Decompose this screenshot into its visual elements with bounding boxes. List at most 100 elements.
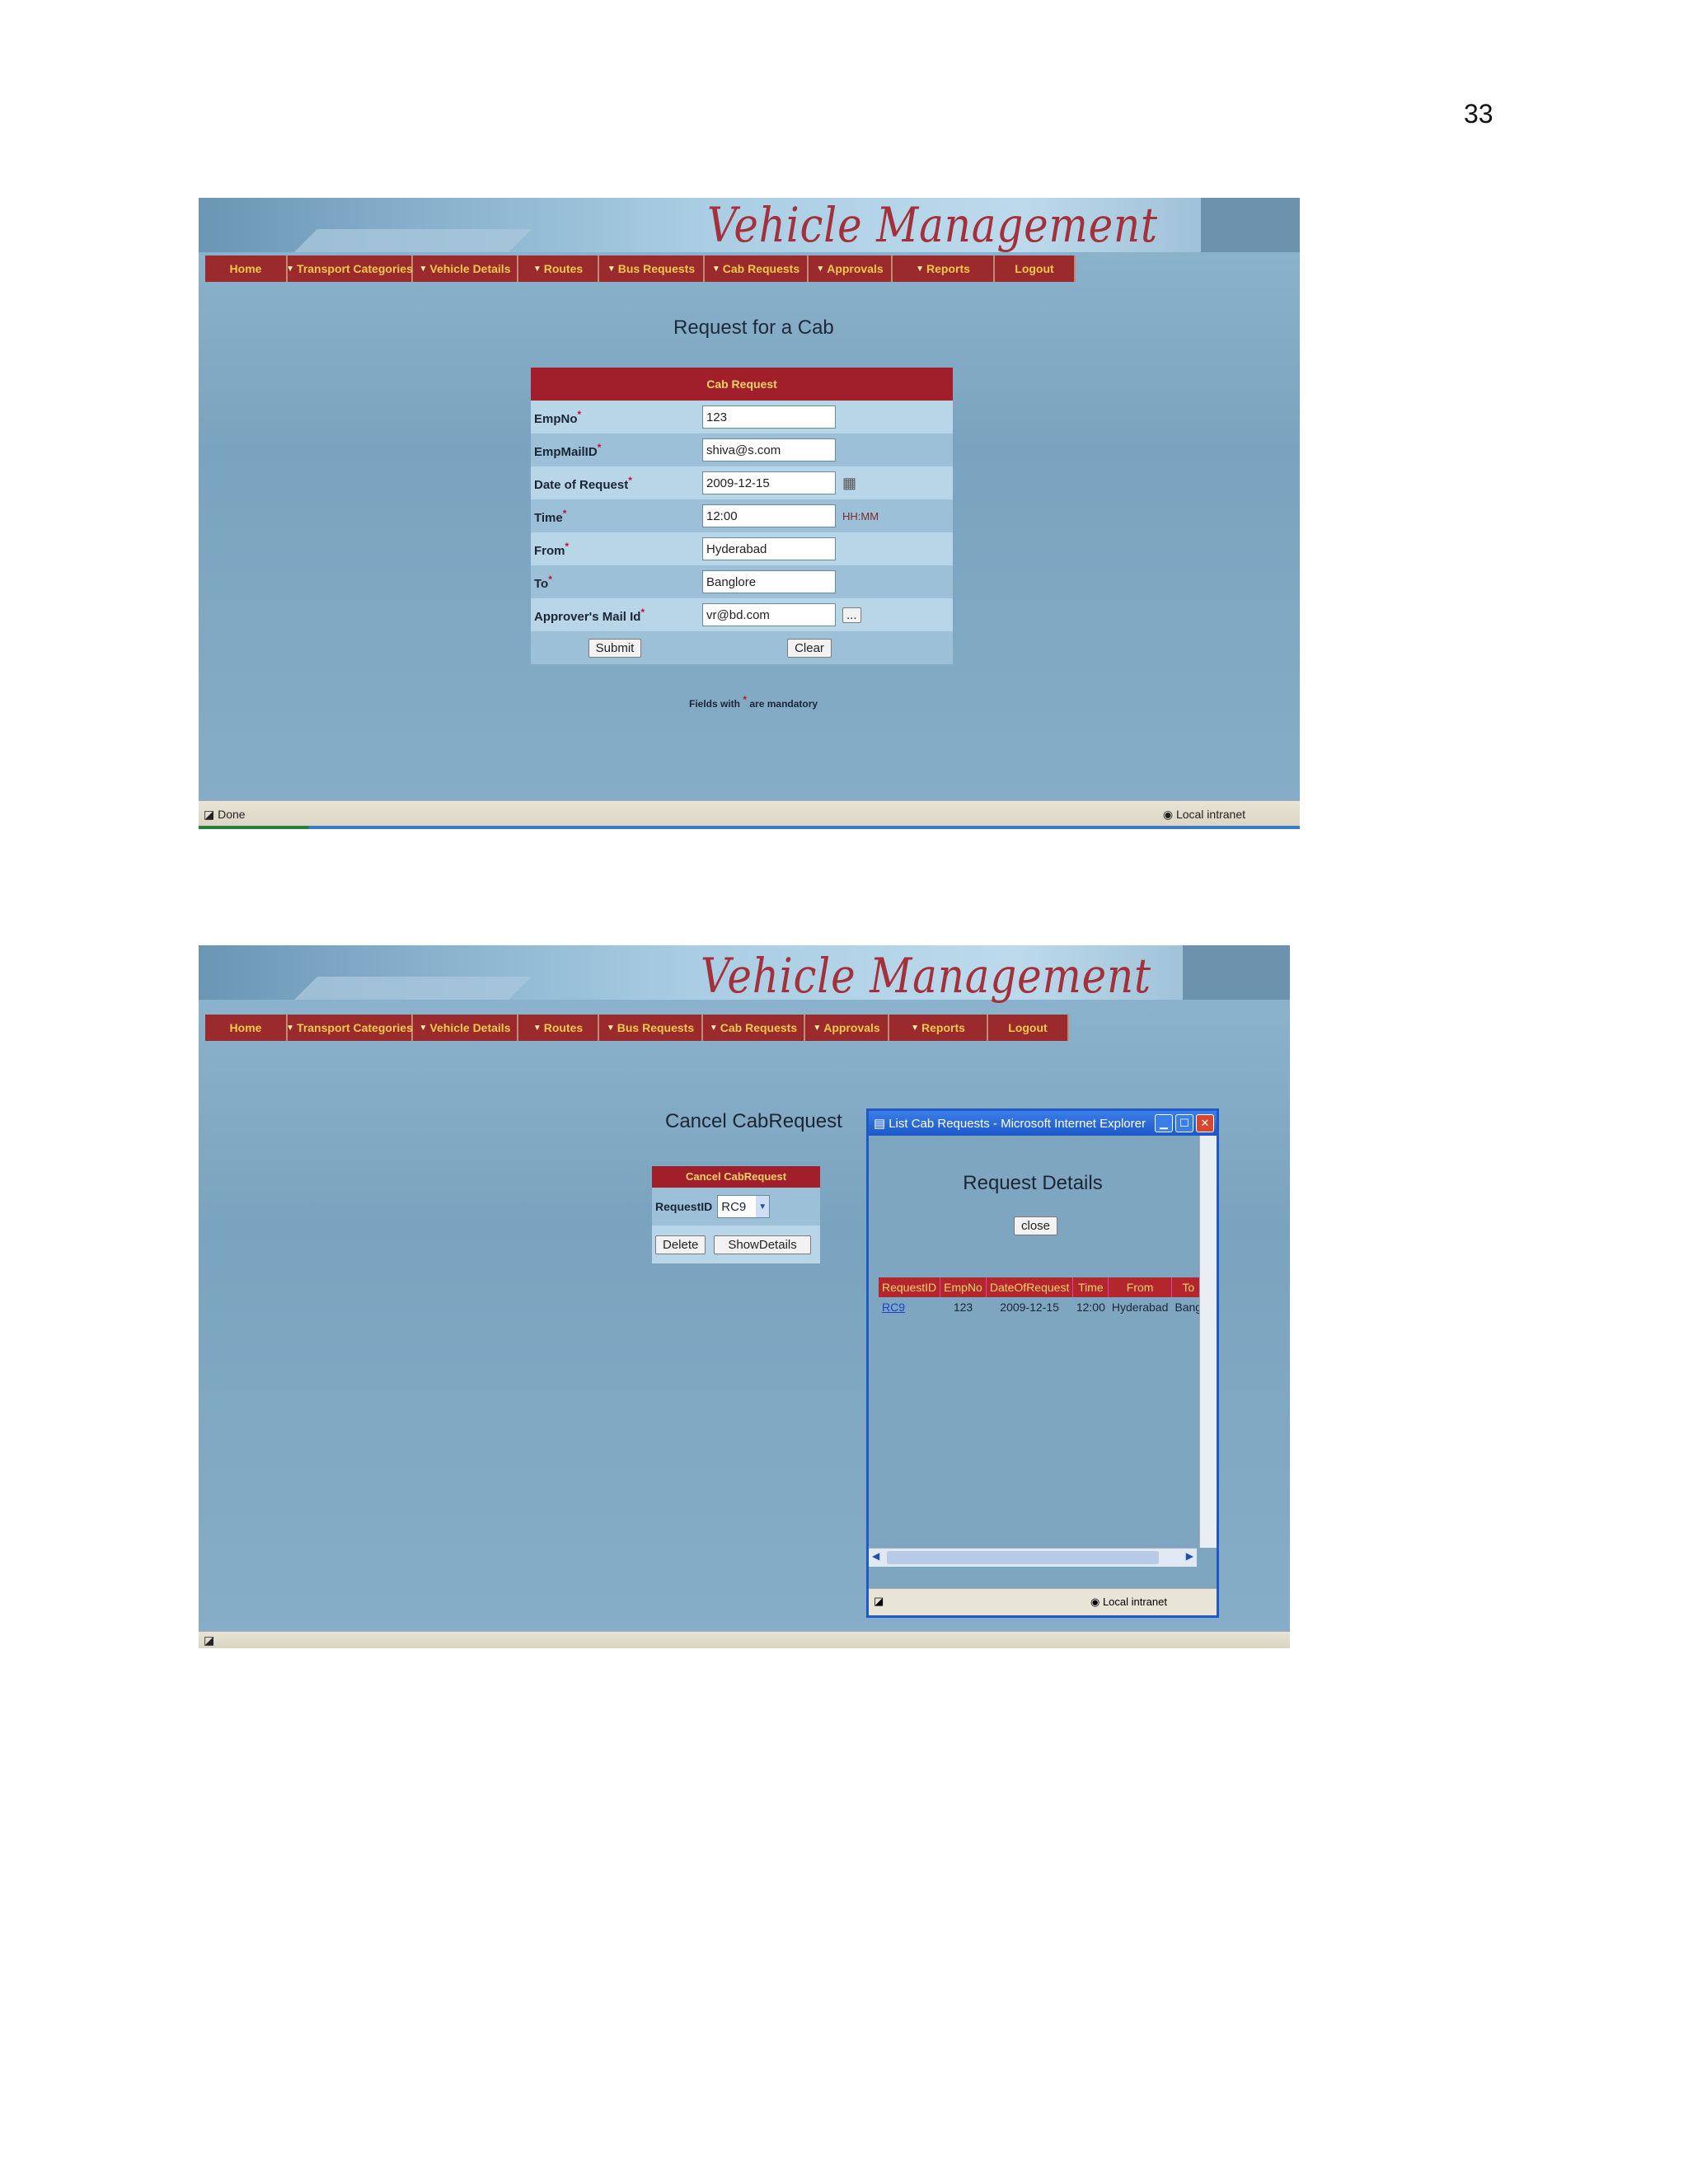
approver-input[interactable]: vr@bd.com — [702, 603, 836, 626]
cell-empno: 123 — [953, 1301, 973, 1314]
chevron-down-icon: ▼ — [606, 1023, 615, 1033]
email-input[interactable]: shiva@s.com — [702, 438, 836, 462]
page-title: Cancel CabRequest — [665, 1110, 842, 1132]
email-label: EmpMailID — [534, 444, 598, 459]
page-number: 33 — [1464, 99, 1493, 129]
browse-approver-button[interactable]: ... — [842, 607, 861, 623]
empno-input[interactable]: 123 — [702, 405, 836, 429]
form-header: Cancel CabRequest — [652, 1166, 820, 1188]
menu-reports[interactable]: ▼ Reports — [893, 255, 995, 282]
main-menu: Home ▼ Transport Categories ▼ Vehicle Deta… — [205, 1015, 1069, 1041]
cell-from: Hyderabad — [1111, 1301, 1169, 1314]
screenshot-request-cab: Vehicle Management Home ▼ Transport Categ… — [199, 198, 1300, 829]
table-row: RC9 123 2009-12-15 12:00 Hyderabad Bang — [879, 1297, 1205, 1317]
ie-page-icon: ▤ — [874, 1117, 886, 1131]
menu-logout[interactable]: Logout — [995, 255, 1076, 282]
time-label: Time — [534, 510, 563, 525]
chevron-down-icon: ▼ — [532, 264, 542, 274]
scroll-right-icon[interactable]: ▶ — [1186, 1550, 1193, 1562]
popup-body: Request Details close RequestID EmpNo Da… — [869, 1136, 1206, 1548]
popup-status-bar: ◪ ◉ Local intranet — [869, 1588, 1217, 1615]
to-label: To — [534, 576, 549, 591]
app-title: Vehicle Management — [701, 948, 1151, 1004]
delete-button[interactable]: Delete — [655, 1235, 706, 1254]
menu-vehicle-details[interactable]: ▼ Vehicle Details — [413, 1015, 518, 1041]
menu-bus-requests[interactable]: ▼ Bus Requests — [599, 255, 705, 282]
ie-page-icon: ◪ — [204, 1633, 215, 1647]
status-done: ◪ Done — [204, 808, 246, 821]
date-input[interactable]: 2009-12-15 — [702, 471, 836, 494]
popup-titlebar: ▤ List Cab Requests - Microsoft Internet… — [869, 1111, 1217, 1136]
to-input[interactable]: Banglore — [702, 570, 836, 593]
menu-home[interactable]: Home — [205, 255, 288, 282]
app-banner: Vehicle Management — [199, 945, 1290, 1004]
empno-label: EmpNo — [534, 411, 578, 426]
popup-status-zone: ◉ Local intranet — [1090, 1596, 1167, 1608]
col-empno: EmpNo — [940, 1277, 987, 1297]
main-menu: Home ▼ Transport Categories ▼ Vehicle Deta… — [205, 255, 1076, 282]
col-time: Time — [1072, 1277, 1109, 1297]
minimize-icon[interactable]: ▁ — [1155, 1114, 1173, 1132]
chevron-down-icon: ▼ — [286, 1023, 295, 1033]
chevron-down-icon: ▼ — [607, 264, 616, 274]
menu-vehicle-details[interactable]: ▼ Vehicle Details — [413, 255, 518, 282]
from-input[interactable]: Hyderabad — [702, 537, 836, 560]
menu-approvals[interactable]: ▼ Approvals — [809, 255, 893, 282]
menu-routes[interactable]: ▼ Routes — [518, 255, 599, 282]
menu-routes[interactable]: ▼ Routes — [518, 1015, 599, 1041]
calendar-icon[interactable]: ▦ — [842, 475, 856, 491]
chevron-down-icon: ▼ — [711, 264, 720, 274]
cell-date: 2009-12-15 — [1000, 1301, 1059, 1314]
menu-reports[interactable]: ▼ Reports — [889, 1015, 988, 1041]
menu-approvals[interactable]: ▼ Approvals — [805, 1015, 889, 1041]
clear-button[interactable]: Clear — [787, 638, 832, 658]
menu-logout[interactable]: Logout — [988, 1015, 1069, 1041]
horizontal-scrollbar[interactable]: ◀ ▶ — [869, 1548, 1197, 1567]
chevron-down-icon: ▼ — [756, 1196, 770, 1217]
menu-bus-requests[interactable]: ▼ Bus Requests — [599, 1015, 703, 1041]
submit-button[interactable]: Submit — [588, 638, 642, 658]
chevron-down-icon: ▼ — [916, 264, 924, 274]
request-id-label: RequestID — [655, 1200, 713, 1213]
menu-transport-categories[interactable]: ▼ Transport Categories — [286, 255, 413, 282]
request-id-link[interactable]: RC9 — [879, 1297, 940, 1317]
chevron-down-icon: ▼ — [709, 1023, 718, 1033]
chevron-down-icon: ▼ — [286, 264, 295, 274]
cell-time: 12:00 — [1076, 1301, 1105, 1314]
chevron-down-icon: ▼ — [419, 1023, 428, 1033]
status-zone: ◉ Local intranet — [1162, 808, 1245, 821]
chevron-down-icon: ▼ — [813, 1023, 822, 1033]
scroll-left-icon[interactable]: ◀ — [872, 1550, 879, 1562]
chevron-down-icon: ▼ — [419, 264, 428, 274]
col-date-of-request: DateOfRequest — [986, 1277, 1074, 1297]
popup-title: List Cab Requests - Microsoft Internet E… — [889, 1116, 1146, 1131]
request-id-select[interactable]: RC9 ▼ — [717, 1195, 771, 1218]
chevron-down-icon: ▼ — [911, 1023, 919, 1033]
intranet-icon: ◉ — [1162, 808, 1174, 821]
time-input[interactable]: 12:00 — [702, 504, 836, 527]
menu-transport-categories[interactable]: ▼ Transport Categories — [286, 1015, 413, 1041]
from-label: From — [534, 543, 565, 558]
menu-cab-requests[interactable]: ▼ Cab Requests — [703, 1015, 805, 1041]
chevron-down-icon: ▼ — [816, 264, 825, 274]
mandatory-note: Fields with * are mandatory — [689, 694, 818, 710]
date-label: Date of Request — [534, 477, 629, 492]
menu-cab-requests[interactable]: ▼ Cab Requests — [705, 255, 809, 282]
maximize-icon[interactable]: ☐ — [1175, 1114, 1193, 1132]
ie-page-icon: ◪ — [874, 1595, 884, 1607]
popup-close-button[interactable]: close — [1014, 1216, 1058, 1235]
screenshot-cancel-cab: Vehicle Management Home ▼ Transport Categ… — [199, 945, 1290, 1648]
ie-page-icon: ◪ — [204, 808, 215, 821]
close-icon[interactable]: ✕ — [1196, 1114, 1214, 1132]
form-header: Cab Request — [531, 368, 953, 401]
show-details-button[interactable]: ShowDetails — [714, 1235, 811, 1254]
status-bar: ◪ — [199, 1631, 1290, 1648]
status-bar: ◪ Done ◉ Local intranet — [199, 800, 1300, 829]
request-details-popup: ▤ List Cab Requests - Microsoft Internet… — [866, 1108, 1219, 1618]
vertical-scrollbar[interactable] — [1199, 1136, 1217, 1548]
menu-home[interactable]: Home — [205, 1015, 288, 1041]
table-header-row: RequestID EmpNo DateOfRequest Time From … — [879, 1277, 1206, 1297]
cab-request-form: Cab Request EmpNo* 123 EmpMailID* shiva@… — [531, 368, 953, 664]
scroll-thumb[interactable] — [887, 1551, 1159, 1564]
col-request-id: RequestID — [879, 1277, 941, 1297]
